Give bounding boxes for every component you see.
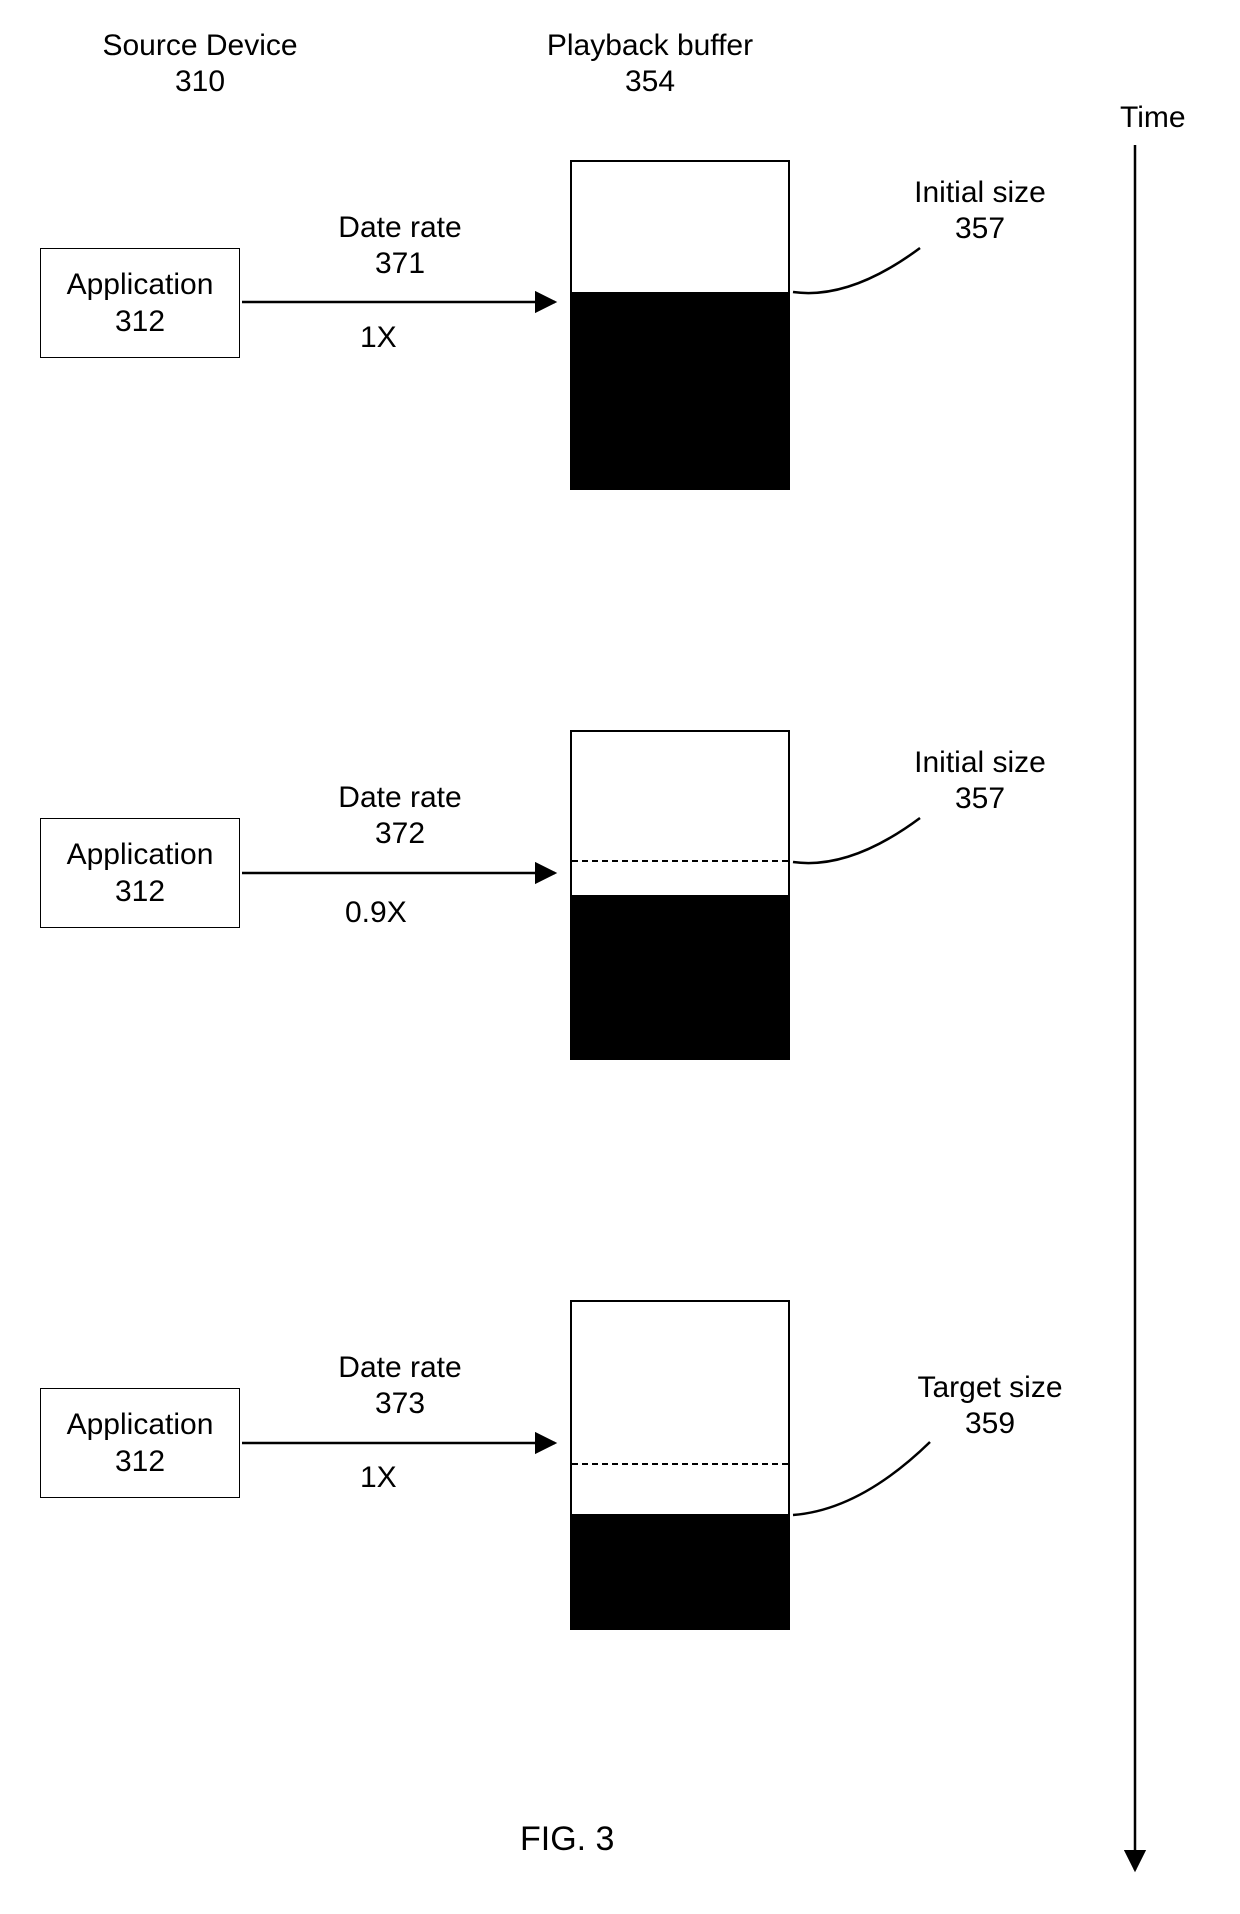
initial-size-annotation-1: Initial size 357 [880,175,1080,247]
buffer-box-2 [570,730,790,1060]
initial-size-marker-2 [572,860,788,862]
leader-initial-size-1 [793,248,920,293]
application-num: 312 [115,1443,165,1481]
buffer-fill-1 [572,292,788,488]
application-name: Application [67,836,214,874]
date-rate-label-3: Date rate [290,1350,510,1386]
source-device-num: 310 [70,64,330,100]
application-box: Application 312 [40,818,240,928]
initial-size-num-1: 357 [880,211,1080,247]
source-device-heading: Source Device 310 [70,28,330,100]
multiplier-3: 1X [360,1460,397,1496]
time-axis-label: Time [1120,100,1186,136]
buffer-fill-2 [572,895,788,1058]
target-size-label: Target size [880,1370,1100,1406]
initial-size-label-2: Initial size [880,745,1080,781]
date-rate-heading-3: Date rate 373 [290,1350,510,1422]
date-rate-label-1: Date rate [290,210,510,246]
initial-size-label-1: Initial size [880,175,1080,211]
target-size-annotation: Target size 359 [880,1370,1100,1442]
playback-buffer-num: 354 [510,64,790,100]
buffer-fill-3 [572,1514,788,1628]
application-name: Application [67,266,214,304]
application-box: Application 312 [40,248,240,358]
target-size-num: 359 [880,1406,1100,1442]
application-num: 312 [115,303,165,341]
date-rate-num-2: 372 [290,816,510,852]
initial-size-num-2: 357 [880,781,1080,817]
playback-buffer-label: Playback buffer [510,28,790,64]
figure-caption: FIG. 3 [520,1820,614,1859]
application-num: 312 [115,873,165,911]
source-device-label: Source Device [70,28,330,64]
multiplier-1: 1X [360,320,397,356]
application-box: Application 312 [40,1388,240,1498]
playback-buffer-heading: Playback buffer 354 [510,28,790,100]
date-rate-num-1: 371 [290,246,510,282]
date-rate-label-2: Date rate [290,780,510,816]
date-rate-num-3: 373 [290,1386,510,1422]
buffer-box-1 [570,160,790,490]
target-size-marker-3 [572,1463,788,1465]
date-rate-heading-1: Date rate 371 [290,210,510,282]
buffer-box-3 [570,1300,790,1630]
multiplier-2: 0.9X [345,895,407,931]
date-rate-heading-2: Date rate 372 [290,780,510,852]
application-name: Application [67,1406,214,1444]
leader-initial-size-2 [793,818,920,863]
leader-target-size [793,1442,930,1515]
initial-size-annotation-2: Initial size 357 [880,745,1080,817]
